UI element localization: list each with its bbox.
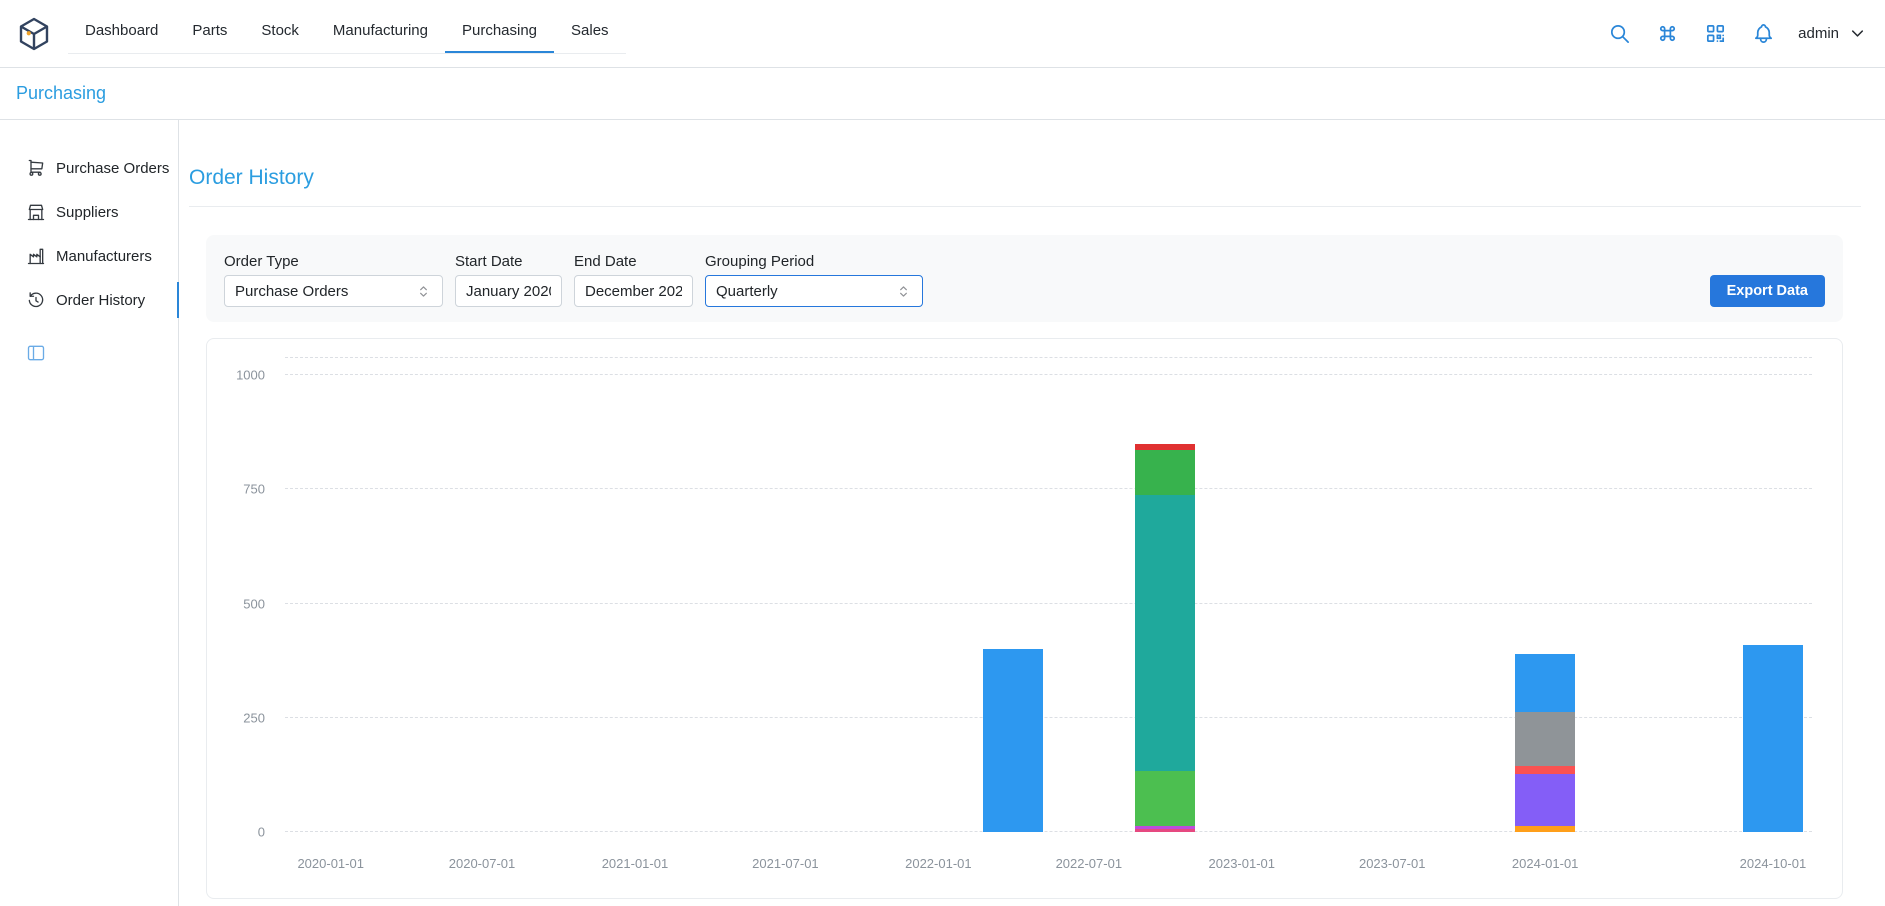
bar-segment [1515, 712, 1575, 765]
x-tick-label: 2023-01-01 [1209, 856, 1276, 871]
x-tick-label: 2021-07-01 [752, 856, 819, 871]
collapse-sidebar-icon[interactable] [26, 342, 48, 364]
top-navbar: Dashboard Parts Stock Manufacturing Purc… [0, 0, 1885, 68]
tab-parts[interactable]: Parts [175, 8, 244, 53]
x-tick-label: 2022-01-01 [905, 856, 972, 871]
bar-segment [1515, 654, 1575, 712]
chart-plot [285, 357, 1812, 832]
tab-dashboard[interactable]: Dashboard [68, 8, 175, 53]
gridline [285, 374, 1812, 375]
order-type-value: Purchase Orders [235, 283, 348, 300]
gridline [285, 831, 1812, 832]
tab-stock[interactable]: Stock [244, 8, 316, 53]
shopping-cart-icon [26, 158, 46, 178]
username: admin [1798, 25, 1839, 42]
bar-segment [1743, 645, 1803, 832]
history-icon [26, 290, 46, 310]
y-tick-label: 0 [258, 825, 265, 840]
sidebar-item-label: Suppliers [56, 204, 119, 221]
end-date-input[interactable] [574, 275, 693, 307]
command-icon[interactable] [1646, 13, 1688, 55]
breadcrumb-bar: Purchasing [0, 68, 1885, 120]
sidebar-item-label: Purchase Orders [56, 160, 169, 177]
gridline [285, 488, 1812, 489]
order-type-label: Order Type [224, 253, 443, 270]
chart-bar[interactable] [1135, 357, 1195, 832]
user-menu[interactable]: admin [1798, 24, 1867, 43]
chart-bar[interactable] [1515, 357, 1575, 832]
sidebar-item-order-history[interactable]: Order History [0, 278, 178, 322]
gridline [285, 357, 1812, 358]
qr-scan-icon[interactable] [1694, 13, 1736, 55]
bar-segment [1135, 495, 1195, 771]
tab-manufacturing[interactable]: Manufacturing [316, 8, 445, 53]
building-store-icon [26, 202, 46, 222]
x-tick-label: 2021-01-01 [602, 856, 669, 871]
end-date-label: End Date [574, 253, 693, 270]
bar-segment [1135, 450, 1195, 495]
factory-icon [26, 246, 46, 266]
filter-panel: Order Type Purchase Orders Start Date [206, 235, 1843, 322]
grouping-period-value: Quarterly [716, 283, 778, 300]
chart-bar[interactable] [983, 357, 1043, 832]
y-tick-label: 250 [243, 710, 265, 725]
grouping-period-label: Grouping Period [705, 253, 923, 270]
tab-purchasing[interactable]: Purchasing [445, 8, 554, 53]
content-area: Order History Order Type Purchase Orders [179, 120, 1885, 906]
chevron-down-icon [1848, 24, 1867, 43]
breadcrumb-purchasing[interactable]: Purchasing [16, 83, 106, 104]
y-axis-labels: 02505007501000 [207, 357, 275, 832]
gridline [285, 603, 1812, 604]
bar-segment [1515, 826, 1575, 832]
x-tick-label: 2023-07-01 [1359, 856, 1426, 871]
nav-tabs: Dashboard Parts Stock Manufacturing Purc… [68, 8, 626, 54]
x-tick-label: 2024-10-01 [1740, 856, 1807, 871]
x-axis-labels: 2020-01-01 2020-07-01 2021-01-01 2021-07-01… [285, 856, 1812, 874]
start-date-label: Start Date [455, 253, 562, 270]
notifications-icon[interactable] [1742, 13, 1784, 55]
x-tick-label: 2022-07-01 [1056, 856, 1123, 871]
x-tick-label: 2020-01-01 [297, 856, 364, 871]
search-icon[interactable] [1598, 13, 1640, 55]
sidebar-item-purchase-orders[interactable]: Purchase Orders [0, 146, 178, 190]
page-title: Order History [189, 166, 1885, 190]
select-chevrons-icon [895, 283, 912, 300]
sidebar-item-suppliers[interactable]: Suppliers [0, 190, 178, 234]
gridline [285, 717, 1812, 718]
start-date-input[interactable] [455, 275, 562, 307]
bar-segment [1135, 829, 1195, 832]
bar-segment [1515, 766, 1575, 774]
sidebar: Purchase Orders Suppliers Manufacturers [0, 120, 179, 906]
app-logo[interactable] [16, 16, 52, 52]
chart-bar[interactable] [1743, 357, 1803, 832]
bar-segment [983, 649, 1043, 832]
grouping-period-select[interactable]: Quarterly [705, 275, 923, 307]
chart-card: 0 250 500 750 1000 2020-01-01 2020-07-01 2021-… [206, 338, 1843, 899]
y-tick-label: 1000 [236, 368, 265, 383]
divider [189, 206, 1861, 207]
sidebar-item-label: Manufacturers [56, 248, 152, 265]
bar-segment [1135, 771, 1195, 826]
order-type-select[interactable]: Purchase Orders [224, 275, 443, 307]
sidebar-item-manufacturers[interactable]: Manufacturers [0, 234, 178, 278]
bar-segment [1515, 774, 1575, 826]
x-tick-label: 2024-01-01 [1512, 856, 1579, 871]
export-data-button[interactable]: Export Data [1710, 275, 1825, 307]
tab-sales[interactable]: Sales [554, 8, 626, 53]
y-tick-label: 750 [243, 482, 265, 497]
y-tick-label: 500 [243, 596, 265, 611]
select-chevrons-icon [415, 283, 432, 300]
sidebar-item-label: Order History [56, 292, 145, 309]
x-tick-label: 2020-07-01 [449, 856, 516, 871]
